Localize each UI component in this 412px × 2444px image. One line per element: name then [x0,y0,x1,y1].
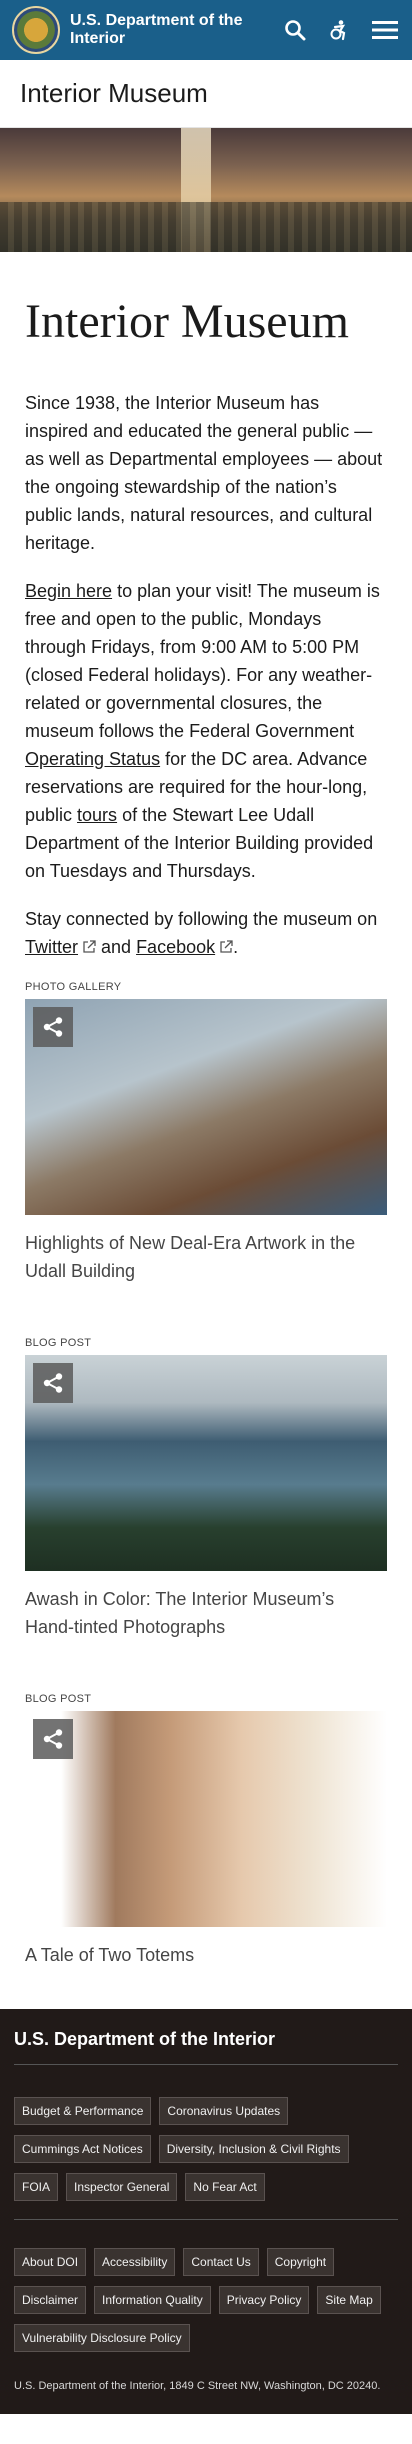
card-label: BLOG POST [25,1337,92,1349]
accessibility-icon[interactable] [328,19,350,41]
twitter-link[interactable]: Twitter [25,937,96,957]
card-image[interactable] [25,999,387,1215]
footer-link-coronavirus-updates[interactable]: Coronavirus Updates [159,2097,289,2125]
intro-paragraph: Since 1938, the Interior Museum has insp… [25,393,383,553]
footer-link-information-quality[interactable]: Information Quality [94,2286,211,2314]
share-icon [43,1373,63,1393]
social-text-1: Stay connected by following the museum o… [25,909,378,929]
card-title[interactable]: Awash in Color: The Interior Museum’s Ha… [25,1585,387,1641]
hero-trees [0,202,412,252]
hero-banner-image [0,128,412,252]
footer-link-contact-us[interactable]: Contact Us [183,2248,259,2276]
agency-name[interactable]: U.S. Department of the Interior [70,12,250,48]
begin-here-link[interactable]: Begin here [25,581,112,601]
site-header: U.S. Department of the Interior [0,0,412,60]
operating-status-link[interactable]: Operating Status [25,749,160,769]
external-link-icon [83,940,96,953]
footer-link-privacy-policy[interactable]: Privacy Policy [218,2286,310,2314]
footer-link-disclaimer[interactable]: Disclaimer [14,2286,87,2314]
footer-address: U.S. Department of the Interior, 1849 C … [14,2380,381,2392]
footer-link-site-map[interactable]: Site Map [317,2286,381,2314]
footer-title: U.S. Department of the Interior [14,2029,398,2065]
footer-link-no-fear-act[interactable]: No Fear Act [185,2173,265,2201]
doi-seal-logo[interactable] [12,6,60,54]
footer-link-accessibility[interactable]: Accessibility [94,2248,176,2276]
share-button[interactable] [33,1363,73,1403]
social-text-2: and [96,937,137,957]
main-content: Interior Museum Since 1938, the Interior… [0,294,412,1969]
share-button[interactable] [33,1719,73,1759]
card-label: BLOG POST [25,1693,92,1705]
site-footer: U.S. Department of the Interior Budget &… [0,2009,412,2414]
site-title-bar: Interior Museum [0,60,412,128]
social-text-3: . [233,937,239,957]
card-image[interactable] [25,1711,387,1927]
card-title[interactable]: Highlights of New Deal-Era Artwork in th… [25,1229,387,1285]
share-icon [43,1729,63,1749]
footer-divider [14,2219,398,2220]
footer-secondary-links: About DOI Accessibility Contact Us Copyr… [14,2248,398,2352]
site-title-link[interactable]: Interior Museum [20,78,208,109]
footer-primary-links: Budget & Performance Coronavirus Updates… [14,2097,398,2201]
card-two-totems[interactable]: BLOG POST A Tale of Two Totems [25,1693,387,1969]
footer-link-about-doi[interactable]: About DOI [14,2248,87,2276]
facebook-link-label: Facebook [136,937,216,957]
visit-text-1: to plan your visit! The museum is free a… [25,581,380,741]
footer-link-vulnerability-disclosure[interactable]: Vulnerability Disclosure Policy [14,2324,190,2352]
tours-link[interactable]: tours [77,805,117,825]
footer-link-copyright[interactable]: Copyright [266,2248,335,2276]
footer-link-cummings-act[interactable]: Cummings Act Notices [14,2135,151,2163]
search-icon[interactable] [284,19,306,41]
external-link-icon [220,940,233,953]
footer-link-budget-performance[interactable]: Budget & Performance [14,2097,152,2125]
footer-link-inspector-general[interactable]: Inspector General [66,2173,178,2201]
footer-link-diversity[interactable]: Diversity, Inclusion & Civil Rights [158,2135,349,2163]
share-button[interactable] [33,1007,73,1047]
menu-icon[interactable] [372,19,398,41]
card-title[interactable]: A Tale of Two Totems [25,1941,387,1969]
footer-link-foia[interactable]: FOIA [14,2173,59,2201]
card-new-deal-artwork[interactable]: PHOTO GALLERY Highlights of New Deal-Era… [25,981,387,1285]
page-heading: Interior Museum [25,295,349,348]
header-icons [284,0,398,60]
twitter-link-label: Twitter [25,937,79,957]
card-hand-tinted-photographs[interactable]: BLOG POST Awash in Color: The Interior M… [25,1337,387,1641]
card-label: PHOTO GALLERY [25,981,122,993]
share-icon [43,1017,63,1037]
facebook-link[interactable]: Facebook [136,937,233,957]
visit-paragraph: Begin here to plan your visit! The museu… [25,577,387,885]
social-paragraph: Stay connected by following the museum o… [25,905,387,961]
card-image[interactable] [25,1355,387,1571]
